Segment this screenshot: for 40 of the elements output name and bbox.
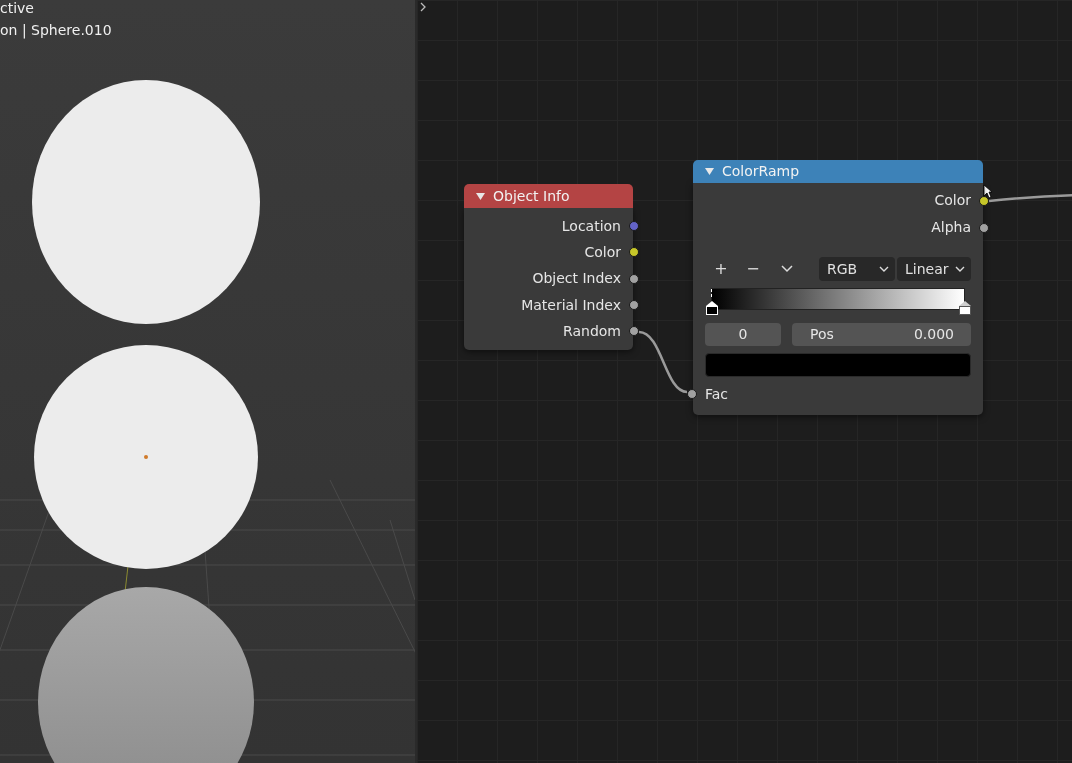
socket-label: Material Index: [521, 295, 622, 315]
viewport-info-text: on | Sphere.010: [0, 21, 112, 41]
node-link: [638, 330, 688, 394]
color-stop-handle[interactable]: [705, 301, 718, 315]
socket[interactable]: [687, 389, 697, 399]
field-label: Pos: [810, 325, 834, 344]
collapse-triangle-icon[interactable]: [476, 191, 485, 201]
color-swatch[interactable]: [705, 353, 971, 377]
interpolation-dropdown[interactable]: Linear: [897, 257, 971, 281]
viewport-info-text: ctive: [0, 0, 34, 18]
chevron-down-icon: [879, 265, 889, 273]
socket-label: Fac: [704, 384, 729, 404]
color-mode-dropdown[interactable]: RGB: [819, 257, 895, 281]
socket[interactable]: [629, 273, 639, 284]
socket-label: Object Index: [532, 269, 622, 289]
cursor-icon: [983, 184, 993, 199]
socket-label: Location: [561, 216, 622, 236]
socket-label: Color: [584, 242, 622, 262]
position-field[interactable]: Pos 0.000: [792, 323, 971, 346]
socket-label: Alpha: [931, 218, 972, 237]
ramp-tool-button[interactable]: −: [737, 257, 769, 281]
color-ramp-gradient[interactable]: [711, 288, 965, 310]
socket[interactable]: [979, 222, 989, 233]
chevron-down-icon: [781, 265, 793, 273]
stop-index-field[interactable]: 0: [705, 323, 781, 346]
chevron-down-icon: [955, 265, 965, 273]
selected-stop-line: [711, 289, 712, 297]
field-value: 0.000: [913, 325, 954, 344]
socket[interactable]: [979, 195, 989, 206]
socket-label: Random: [563, 321, 622, 341]
socket-label: Color: [934, 191, 972, 210]
node-title: ColorRamp: [722, 162, 800, 181]
color-stop-handle[interactable]: [958, 301, 971, 315]
socket[interactable]: [629, 326, 639, 337]
node-title: Object Info: [493, 186, 570, 206]
ramp-tool-button[interactable]: +: [705, 257, 737, 281]
node-body[interactable]: [464, 208, 633, 351]
collapse-triangle-icon[interactable]: [705, 167, 714, 176]
socket[interactable]: [629, 247, 639, 258]
socket[interactable]: [629, 300, 639, 311]
